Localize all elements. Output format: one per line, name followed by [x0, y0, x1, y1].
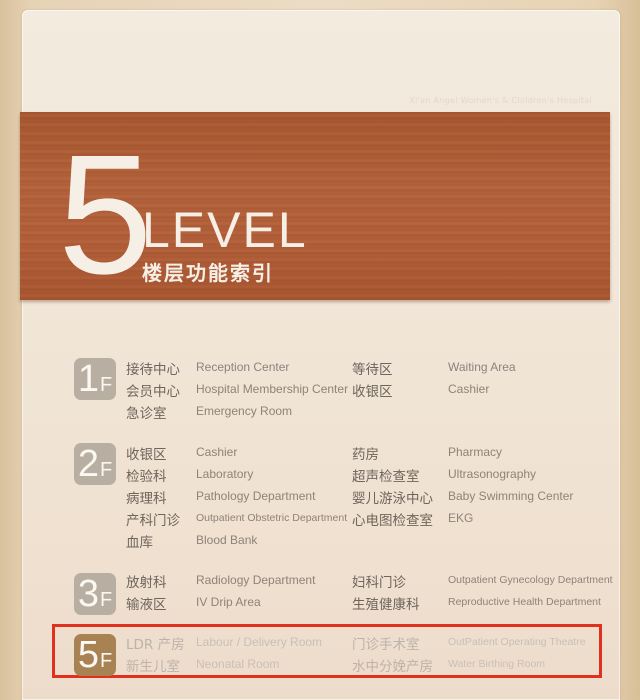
hospital-name: Xi'an Angel Women's & Children's Hospita…	[409, 96, 592, 105]
room-en: Neonatal Room	[196, 657, 280, 671]
level-word: LEVEL	[142, 202, 308, 258]
floor-suffix: F	[99, 459, 113, 481]
room-en: IV Drip Area	[196, 595, 261, 609]
room-en: OutPatient Operating Theatre	[448, 636, 586, 648]
room-cn: 生殖健康科	[352, 597, 420, 613]
floor-suffix: F	[99, 650, 113, 672]
floor-badge-2f: 2F	[74, 443, 116, 485]
room-en: Outpatient Gynecology Department	[448, 574, 613, 586]
room-cn: 水中分娩产房	[352, 659, 433, 675]
room-cn: 心电图检查室	[352, 513, 433, 529]
room-en: Cashier	[196, 445, 238, 459]
room-cn: 接待中心	[126, 362, 180, 378]
room-cn: 婴儿游泳中心	[352, 491, 433, 507]
room-en: Baby Swimming Center	[448, 489, 574, 503]
room-cn: 新生儿室	[126, 659, 180, 675]
room-en: Emergency Room	[196, 404, 293, 418]
room-en: Cashier	[448, 382, 490, 396]
room-en: Reproductive Health Department	[448, 596, 601, 608]
floor-number: 5	[77, 634, 99, 676]
floor-number: 1	[77, 358, 99, 400]
room-cn: 检验科	[126, 469, 167, 485]
room-cn: 超声检查室	[352, 469, 420, 485]
room-en: Pathology Department	[196, 489, 316, 503]
room-cn: 产科门诊	[126, 513, 180, 529]
room-cn: 收银区	[126, 447, 167, 463]
floor-number: 2	[77, 443, 99, 485]
room-cn: 门诊手术室	[352, 637, 420, 653]
level-number: 5	[58, 120, 153, 310]
room-en: Ultrasonography	[448, 467, 537, 481]
room-cn: 输液区	[126, 597, 167, 613]
floor-badge-3f: 3F	[74, 573, 116, 615]
room-cn: 会员中心	[126, 384, 180, 400]
room-en: Reception Center	[196, 360, 290, 374]
room-en: Waiting Area	[448, 360, 516, 374]
room-cn: 急诊室	[126, 406, 167, 422]
room-cn: LDR 产房	[126, 637, 185, 653]
room-cn: 血库	[126, 535, 153, 551]
room-en: Laboratory	[196, 467, 254, 481]
room-en: Water Birthing Room	[448, 658, 546, 670]
room-en: Blood Bank	[196, 533, 258, 547]
room-cn: 放射科	[126, 575, 167, 591]
room-cn: 药房	[352, 447, 379, 463]
room-en: Outpatient Obstetric Department	[196, 512, 348, 524]
room-cn: 等待区	[352, 362, 393, 378]
floor-number: 3	[77, 573, 99, 615]
level-subtitle: 楼层功能索引	[142, 261, 274, 285]
room-cn: 收银区	[352, 384, 393, 400]
room-en: Pharmacy	[448, 445, 503, 459]
room-cn: 妇科门诊	[352, 575, 406, 591]
room-en: Radiology Department	[196, 573, 316, 587]
floor-suffix: F	[99, 374, 113, 396]
room-en: Hospital Membership Center	[196, 382, 349, 396]
floor-badge-1f: 1F	[74, 358, 116, 400]
floor-suffix: F	[99, 589, 113, 611]
room-en: Labour / Delivery Room	[196, 635, 323, 649]
room-cn: 病理科	[126, 491, 167, 507]
floor-badge-5f: 5F	[74, 634, 116, 676]
room-en: EKG	[448, 511, 474, 525]
